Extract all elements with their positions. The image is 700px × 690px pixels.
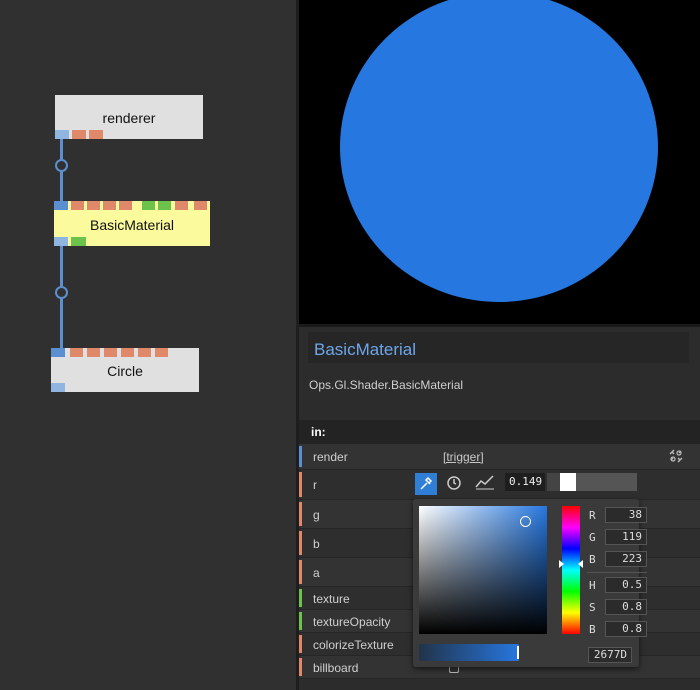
port-in[interactable]	[87, 201, 100, 210]
slider-fill	[547, 473, 560, 491]
graph-icon[interactable]	[475, 474, 495, 495]
port-type-bar	[299, 589, 302, 607]
render-canvas[interactable]	[299, 0, 700, 324]
op-title: BasicMaterial	[314, 340, 417, 359]
port-in[interactable]	[70, 348, 83, 357]
port-in[interactable]	[194, 201, 207, 210]
saturation-brightness-area[interactable]	[419, 506, 547, 634]
slider-handle[interactable]	[560, 473, 576, 491]
wire-connector[interactable]	[55, 286, 68, 299]
port-in[interactable]	[155, 348, 168, 357]
section-label: in:	[311, 425, 326, 439]
port-in[interactable]	[175, 201, 188, 210]
param-label: billboard	[313, 661, 359, 675]
color-picker-button[interactable]	[415, 473, 437, 495]
port-in[interactable]	[121, 348, 134, 357]
port-out-shader[interactable]	[71, 237, 86, 246]
port-out-trigger[interactable]	[55, 130, 69, 139]
node-title: Circle	[107, 363, 143, 379]
param-label: colorizeTexture	[313, 638, 394, 652]
port-out[interactable]	[72, 130, 86, 139]
param-label: a	[313, 566, 320, 580]
param-label: texture	[313, 592, 350, 606]
sv-cursor[interactable]	[520, 516, 531, 527]
channel-label-g: G	[589, 531, 596, 544]
alpha-marker[interactable]	[517, 646, 519, 659]
param-label: render	[313, 450, 348, 464]
port-in-trigger[interactable]	[51, 348, 65, 357]
section-header-in: in:	[299, 420, 700, 444]
port-out-trigger[interactable]	[54, 237, 68, 246]
patch-editor[interactable]: renderer BasicMaterial Circle	[0, 0, 296, 690]
color-picker-popup: R 38 G 119 B 223 H 0.5 S 0.8 B 0.8 2677D	[413, 499, 647, 667]
node-circle[interactable]: Circle	[51, 348, 199, 392]
channel-input-s[interactable]: 0.8	[605, 599, 647, 615]
port-type-bar	[299, 612, 302, 630]
port-out[interactable]	[89, 130, 103, 139]
hue-slider[interactable]	[559, 506, 583, 634]
port-type-bar	[299, 531, 302, 555]
value-text: 0.149	[509, 475, 543, 488]
port-type-bar	[299, 658, 302, 676]
node-title: renderer	[102, 110, 156, 126]
node-title: BasicMaterial	[89, 217, 175, 233]
param-row-r: r 0.149	[299, 470, 700, 500]
value-slider-r[interactable]	[547, 473, 637, 491]
channel-input-h[interactable]: 0.5	[605, 577, 647, 593]
channel-label-h: H	[589, 579, 596, 592]
port-in-texture[interactable]	[158, 201, 171, 210]
port-in-trigger[interactable]	[54, 201, 68, 210]
param-label: textureOpacity	[313, 615, 391, 629]
channel-input-b[interactable]: 223	[605, 551, 647, 567]
port-type-bar	[299, 502, 302, 526]
op-path: Ops.Gl.Shader.BasicMaterial	[309, 378, 464, 392]
port-in[interactable]	[103, 201, 116, 210]
node-basicmaterial[interactable]: BasicMaterial	[54, 201, 210, 246]
port-in[interactable]	[87, 348, 100, 357]
channel-label-r: R	[589, 509, 596, 522]
channel-label-s: S	[589, 601, 596, 614]
unlink-icon[interactable]	[668, 448, 684, 464]
port-in-texture[interactable]	[142, 201, 155, 210]
op-title-field[interactable]: BasicMaterial	[308, 332, 689, 363]
hue-marker[interactable]	[559, 560, 564, 568]
channel-label-b: B	[589, 553, 596, 566]
picker-divider	[587, 572, 647, 573]
param-row-render: render [trigger]	[299, 444, 700, 470]
channel-input-r[interactable]: 38	[605, 507, 647, 523]
trigger-button[interactable]: [trigger]	[443, 450, 484, 464]
channel-input-brightness[interactable]: 0.8	[605, 621, 647, 637]
port-in[interactable]	[119, 201, 132, 210]
eyedropper-icon	[419, 476, 433, 496]
port-in[interactable]	[104, 348, 117, 357]
port-type-bar	[299, 472, 302, 497]
param-label: r	[313, 478, 317, 492]
port-in[interactable]	[71, 201, 84, 210]
param-label: g	[313, 508, 320, 522]
port-in[interactable]	[138, 348, 151, 357]
port-out-trigger[interactable]	[51, 383, 65, 392]
value-input-r[interactable]: 0.149	[505, 473, 545, 491]
animate-clock-icon[interactable]	[446, 475, 462, 496]
color-preview-swatch	[419, 644, 519, 661]
wire-connector[interactable]	[55, 159, 68, 172]
rendered-circle	[340, 0, 658, 302]
port-type-bar	[299, 635, 302, 653]
port-type-bar	[299, 446, 302, 467]
channel-label-bright: B	[589, 623, 596, 636]
param-label: b	[313, 537, 320, 551]
hue-marker	[578, 560, 583, 568]
port-type-bar	[299, 560, 302, 584]
channel-input-g[interactable]: 119	[605, 529, 647, 545]
hex-input[interactable]: 2677D	[588, 647, 632, 663]
node-renderer[interactable]: renderer	[55, 95, 203, 139]
